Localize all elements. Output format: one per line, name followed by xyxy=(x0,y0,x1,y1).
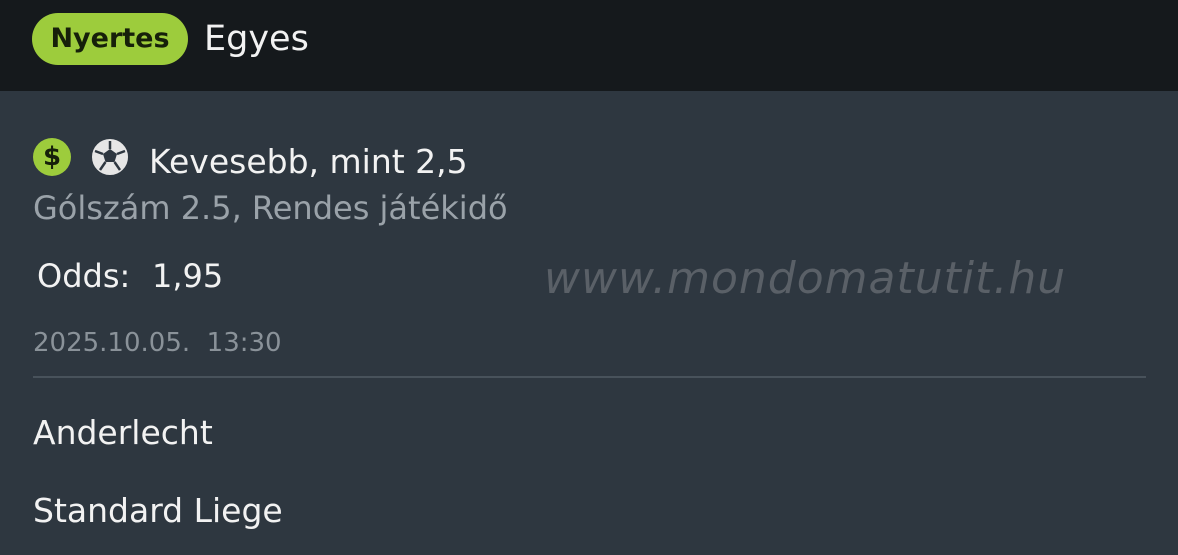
dollar-icon: $ xyxy=(33,138,71,176)
status-badge: Nyertes xyxy=(32,13,188,65)
soccer-ball-icon xyxy=(91,138,129,176)
odds-label: Odds: xyxy=(37,257,131,295)
watermark: www.mondomatutit.hu xyxy=(544,253,1067,304)
bet-type-label: Egyes xyxy=(204,19,309,59)
market-description: Gólszám 2.5, Rendes játékidő xyxy=(33,189,508,227)
odds-value: 1,95 xyxy=(152,257,224,295)
bet-header: Nyertes Egyes xyxy=(0,0,1178,91)
away-team: Standard Liege xyxy=(33,491,283,530)
timestamp: 2025.10.05. 13:30 xyxy=(33,328,282,358)
selection-title: Kevesebb, mint 2,5 xyxy=(149,142,468,181)
divider xyxy=(33,376,1146,378)
home-team: Anderlecht xyxy=(33,413,213,452)
